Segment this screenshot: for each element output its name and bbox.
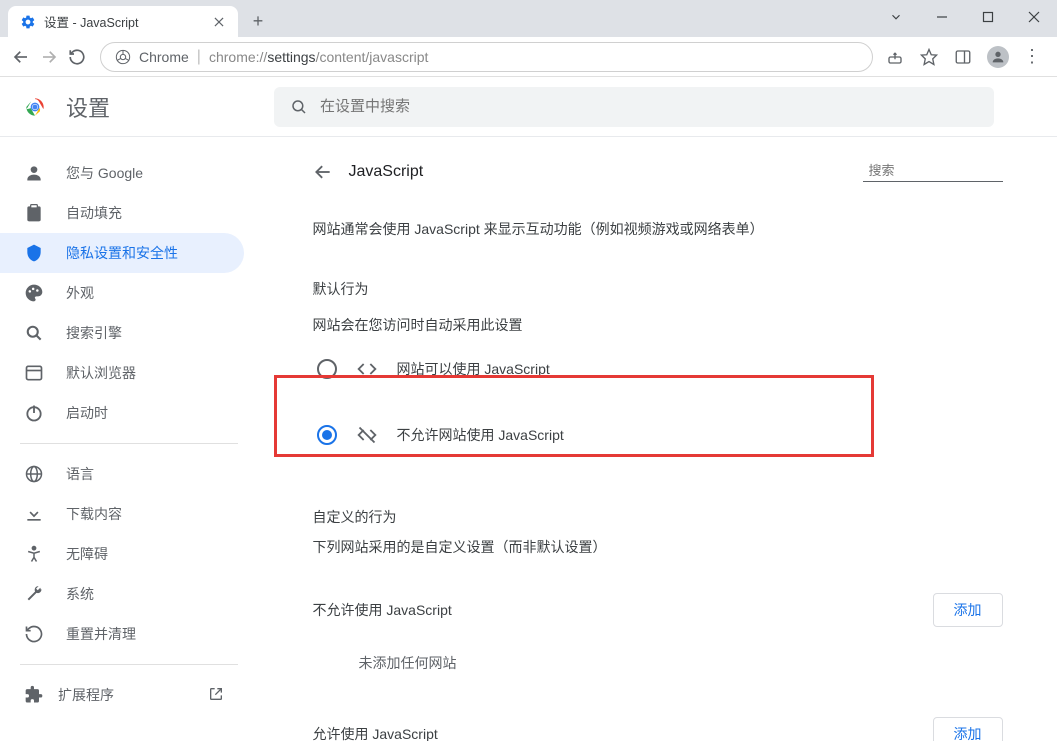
sidebar-label: 重置并清理	[66, 624, 136, 644]
tab-title: 设置 - JavaScript	[44, 12, 204, 31]
sidebar-item-languages[interactable]: 语言	[0, 454, 244, 494]
close-window-button[interactable]	[1011, 0, 1057, 34]
minimize-button[interactable]	[919, 0, 965, 34]
sidebar-label: 系统	[66, 584, 94, 604]
shield-icon	[24, 243, 44, 263]
default-behavior-title: 默认行为	[313, 279, 1003, 299]
search-icon	[24, 323, 44, 343]
sidebar-separator	[20, 664, 238, 665]
tab-list-button[interactable]	[873, 0, 919, 34]
omnibox-url: chrome://settings/content/javascript	[209, 49, 428, 65]
sidebar-label: 隐私设置和安全性	[66, 243, 178, 263]
page-search[interactable]	[863, 163, 1003, 182]
block-section-row: 不允许使用 JavaScript 添加	[313, 593, 1003, 627]
default-behavior-subtitle: 网站会在您访问时自动采用此设置	[313, 315, 1003, 335]
settings-search[interactable]	[274, 87, 994, 127]
window-controls	[873, 0, 1057, 34]
sidebar-label: 下载内容	[66, 504, 122, 524]
custom-behavior-subtitle: 下列网站采用的是自定义设置（而非默认设置）	[313, 537, 1003, 557]
sidebar-label: 您与 Google	[66, 163, 143, 183]
page-search-input[interactable]	[869, 163, 1045, 178]
sidebar-item-accessibility[interactable]: 无障碍	[0, 534, 244, 574]
browser-titlebar: 设置 - JavaScript +	[0, 0, 1057, 37]
sidebar-item-search-engine[interactable]: 搜索引擎	[0, 313, 244, 353]
add-allow-button[interactable]: 添加	[933, 717, 1003, 741]
page-title: JavaScript	[349, 163, 847, 181]
settings-header: 设置	[0, 77, 1057, 137]
back-button[interactable]	[10, 46, 32, 68]
palette-icon	[24, 283, 44, 303]
sidebar-item-extensions[interactable]: 扩展程序	[0, 675, 244, 715]
gear-icon	[20, 14, 36, 30]
close-icon[interactable]	[212, 15, 226, 29]
sidebar-label: 默认浏览器	[66, 363, 136, 383]
download-icon	[24, 504, 44, 524]
sidebar-label: 扩展程序	[58, 685, 114, 705]
open-external-icon	[208, 686, 224, 705]
annotation-highlight-box	[274, 375, 874, 457]
allow-section-row: 允许使用 JavaScript 添加	[313, 717, 1003, 741]
sidebar-item-system[interactable]: 系统	[0, 574, 244, 614]
chrome-icon	[115, 49, 131, 65]
accessibility-icon	[24, 544, 44, 564]
sidebar-label: 无障碍	[66, 544, 108, 564]
page-description: 网站通常会使用 JavaScript 来显示互动功能（例如视频游戏或网络表单）	[313, 219, 1003, 239]
person-icon	[24, 163, 44, 183]
reload-button[interactable]	[66, 46, 88, 68]
sidebar-label: 外观	[66, 283, 94, 303]
browser-icon	[24, 363, 44, 383]
omnibox-scheme: Chrome	[139, 49, 189, 65]
sidebar-item-on-startup[interactable]: 启动时	[0, 393, 244, 433]
allow-section-label: 允许使用 JavaScript	[313, 724, 438, 741]
forward-button[interactable]	[38, 46, 60, 68]
side-panel-icon[interactable]	[953, 47, 973, 67]
sidebar-label: 启动时	[66, 403, 108, 423]
sidebar-item-autofill[interactable]: 自动填充	[0, 193, 244, 233]
omnibox[interactable]: Chrome | chrome://settings/content/javas…	[100, 42, 873, 72]
new-tab-button[interactable]: +	[244, 7, 272, 35]
bookmark-star-icon[interactable]	[919, 47, 939, 67]
sidebar-item-appearance[interactable]: 外观	[0, 273, 244, 313]
sidebar-item-you-and-google[interactable]: 您与 Google	[0, 153, 244, 193]
globe-icon	[24, 464, 44, 484]
wrench-icon	[24, 584, 44, 604]
back-arrow-button[interactable]	[313, 162, 333, 182]
sidebar-item-downloads[interactable]: 下载内容	[0, 494, 244, 534]
block-section-label: 不允许使用 JavaScript	[313, 600, 452, 620]
maximize-button[interactable]	[965, 0, 1011, 34]
share-icon[interactable]	[885, 47, 905, 67]
settings-sidebar: 您与 Google 自动填充 隐私设置和安全性 外观 搜索引擎 默认浏览器	[0, 147, 258, 721]
settings-title: 设置	[66, 91, 110, 123]
sidebar-separator	[20, 443, 238, 444]
sidebar-item-reset[interactable]: 重置并清理	[0, 614, 244, 654]
block-empty-text: 未添加任何网站	[359, 653, 1003, 673]
sidebar-label: 语言	[66, 464, 94, 484]
browser-toolbar: Chrome | chrome://settings/content/javas…	[0, 37, 1057, 77]
custom-behavior-title: 自定义的行为	[313, 507, 1003, 527]
browser-tab[interactable]: 设置 - JavaScript	[8, 6, 238, 37]
chrome-logo-icon	[22, 94, 48, 120]
sidebar-item-default-browser[interactable]: 默认浏览器	[0, 353, 244, 393]
clipboard-icon	[24, 203, 44, 223]
restore-icon	[24, 624, 44, 644]
power-icon	[24, 403, 44, 423]
kebab-menu[interactable]: ⋮	[1023, 46, 1041, 67]
add-block-button[interactable]: 添加	[933, 593, 1003, 627]
sidebar-item-privacy-security[interactable]: 隐私设置和安全性	[0, 233, 244, 273]
settings-search-input[interactable]	[320, 98, 978, 115]
sidebar-label: 自动填充	[66, 203, 122, 223]
profile-avatar[interactable]	[987, 46, 1009, 68]
search-icon	[290, 98, 308, 116]
sidebar-label: 搜索引擎	[66, 323, 122, 343]
extension-icon	[24, 685, 44, 705]
